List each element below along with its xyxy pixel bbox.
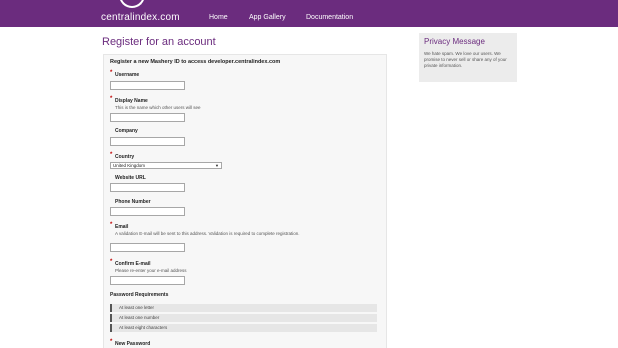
new-password-label: * New Password <box>110 339 151 347</box>
display-name-hint: This is the name which other users will … <box>115 105 201 110</box>
nav-app-gallery[interactable]: App Gallery <box>249 14 286 21</box>
required-marker: * <box>110 339 113 345</box>
email-input[interactable] <box>110 243 185 252</box>
email-hint: A validation E-mail will be sent to this… <box>115 231 300 236</box>
confirm-email-hint: Please re-enter your e-mail address <box>115 268 187 273</box>
privacy-text: We hate spam. We love our users. We prom… <box>424 51 507 68</box>
website-label: Website URL <box>115 175 146 181</box>
required-marker: * <box>110 70 113 76</box>
nav-documentation[interactable]: Documentation <box>306 14 353 21</box>
required-marker: * <box>110 259 113 265</box>
form-legend: Register a new Mashery ID to access deve… <box>110 59 281 65</box>
required-marker: * <box>110 152 113 158</box>
username-label: * Username <box>110 70 140 78</box>
top-navigation-bar: centralindex.com Home App Gallery Docume… <box>0 0 618 27</box>
confirm-email-label: * Confirm E-mail <box>110 259 151 267</box>
phone-label: Phone Number <box>115 199 151 205</box>
password-requirement-item: At least eight characters <box>110 324 377 332</box>
country-select[interactable]: United Kingdom ▼ <box>110 162 222 169</box>
registration-form: Register a new Mashery ID to access deve… <box>103 54 387 348</box>
password-requirements-title: Password Requirements <box>110 292 169 298</box>
company-label: Company <box>115 128 138 134</box>
company-input[interactable] <box>110 137 185 146</box>
caret-down-icon: ▼ <box>215 163 219 168</box>
username-input[interactable] <box>110 81 185 90</box>
nav-home[interactable]: Home <box>209 14 228 21</box>
country-label: * Country <box>110 152 135 160</box>
page-title: Register for an account <box>102 36 216 48</box>
logo-mark-icon <box>119 0 145 8</box>
required-marker: * <box>110 222 113 228</box>
privacy-title: Privacy Message <box>424 37 485 46</box>
confirm-email-input[interactable] <box>110 276 185 285</box>
display-name-input[interactable] <box>110 113 185 122</box>
display-name-label: * Display Name <box>110 96 148 104</box>
website-input[interactable] <box>110 183 185 192</box>
password-requirement-item: At least one letter <box>110 304 377 312</box>
required-marker: * <box>110 96 113 102</box>
email-label: * Email <box>110 222 129 230</box>
site-logo[interactable]: centralindex.com <box>101 12 180 23</box>
privacy-message-box: Privacy Message We hate spam. We love ou… <box>419 33 517 82</box>
phone-input[interactable] <box>110 207 185 216</box>
password-requirement-item: At least one number <box>110 314 377 322</box>
